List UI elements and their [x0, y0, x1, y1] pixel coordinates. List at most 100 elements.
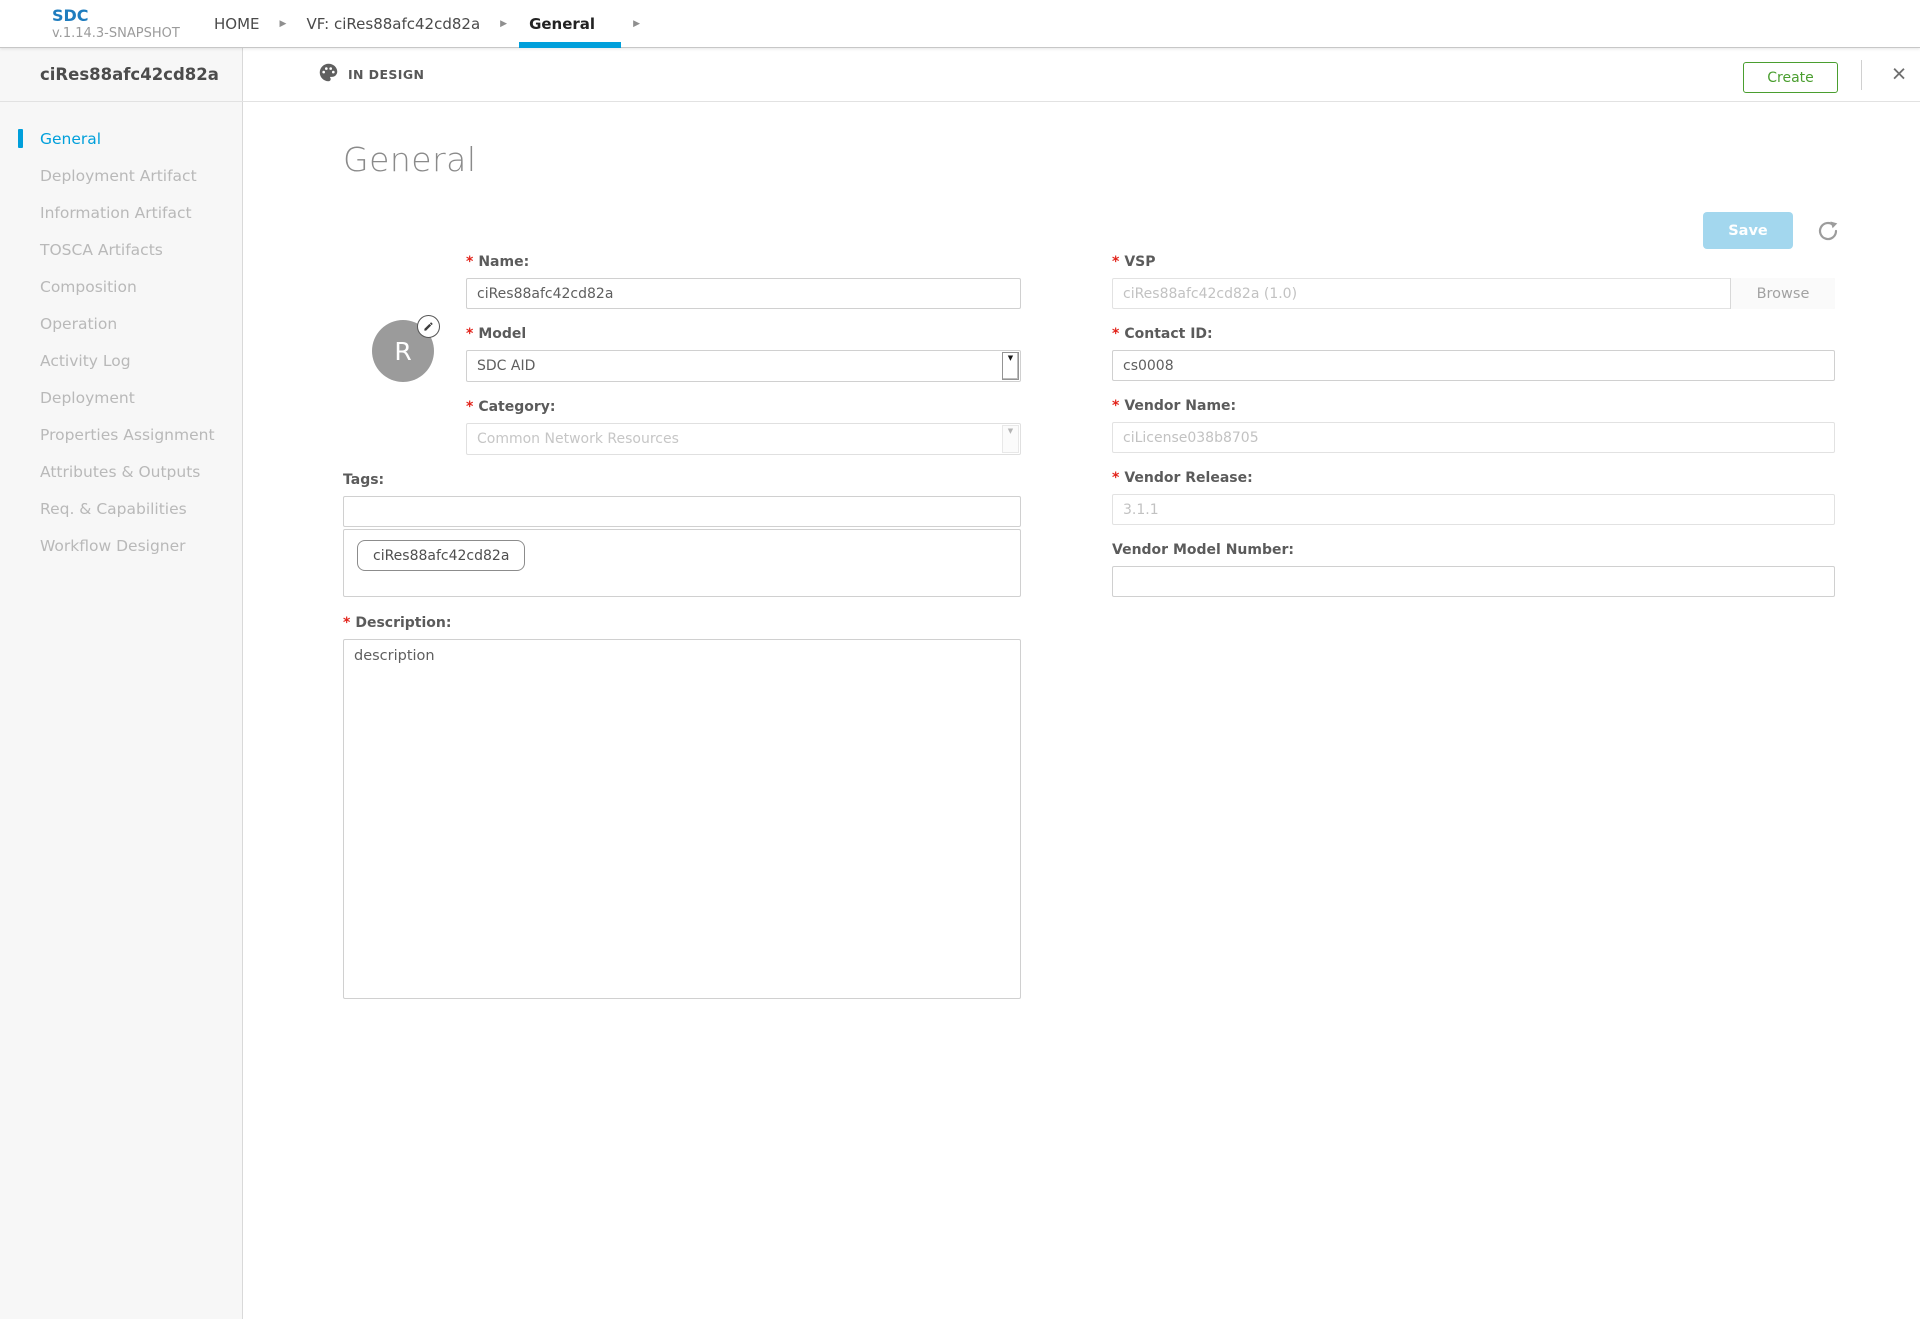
breadcrumb-vf[interactable]: VF: ciRes88afc42cd82a — [298, 0, 488, 48]
model-select-value: SDC AID — [477, 358, 535, 374]
app-logo[interactable]: SDC v.1.14.3-SNAPSHOT — [52, 6, 180, 42]
sidebar-item-activity-log[interactable]: Activity Log — [0, 342, 242, 379]
chevron-right-icon: ▶ — [633, 19, 640, 29]
sidebar-item-attributes-outputs[interactable]: Attributes & Outputs — [0, 453, 242, 490]
vendor-model-number-field-group: Vendor Model Number: — [1112, 542, 1835, 597]
model-field-group: *Model SDC AID ▼ — [466, 326, 1021, 382]
status-badge: IN DESIGN — [348, 67, 424, 82]
required-mark: * — [466, 254, 473, 270]
sidebar-item-workflow-designer[interactable]: Workflow Designer — [0, 527, 242, 564]
sidebar-item-label: TOSCA Artifacts — [40, 241, 163, 259]
name-input[interactable] — [466, 278, 1021, 309]
category-select-value: Common Network Resources — [477, 431, 679, 447]
sidebar-item-label: Req. & Capabilities — [40, 500, 187, 518]
page-title: General — [343, 140, 477, 179]
sidebar-item-label: Deployment Artifact — [40, 167, 197, 185]
vendor-release-input — [1112, 494, 1835, 525]
category-field-group: *Category: Common Network Resources ▼ — [466, 399, 1021, 455]
create-button[interactable]: Create — [1743, 62, 1838, 93]
sidebar-item-label: Properties Assignment — [40, 426, 215, 444]
app-logo-title: SDC — [52, 6, 180, 26]
sidebar-item-label: Workflow Designer — [40, 537, 186, 555]
header-divider — [1861, 60, 1862, 90]
sidebar-item-tosca-artifacts[interactable]: TOSCA Artifacts — [0, 231, 242, 268]
required-mark: * — [466, 326, 473, 342]
sidebar-item-label: Activity Log — [40, 352, 131, 370]
vendor-model-number-input[interactable] — [1112, 566, 1835, 597]
category-label: *Category: — [466, 399, 1021, 415]
model-label: *Model — [466, 326, 1021, 342]
vendor-name-input — [1112, 422, 1835, 453]
vendor-name-label: *Vendor Name: — [1112, 398, 1835, 414]
vendor-release-label: *Vendor Release: — [1112, 470, 1835, 486]
revert-icon[interactable] — [1815, 218, 1841, 244]
sidebar-item-properties-assignment[interactable]: Properties Assignment — [0, 416, 242, 453]
avatar-letter: R — [394, 337, 411, 366]
required-mark: * — [1112, 254, 1119, 270]
sidebar-item-label: Information Artifact — [40, 204, 192, 222]
category-select: Common Network Resources ▼ — [466, 423, 1021, 455]
sidebar-item-req-capabilities[interactable]: Req. & Capabilities — [0, 490, 242, 527]
vsp-label: *VSP — [1112, 254, 1835, 270]
name-field-group: *Name: — [466, 254, 1021, 309]
breadcrumb-home[interactable]: HOME — [206, 0, 268, 48]
model-select[interactable]: SDC AID ▼ — [466, 350, 1021, 382]
save-button[interactable]: Save — [1703, 212, 1793, 249]
dropdown-arrow-icon: ▼ — [1002, 425, 1019, 453]
active-indicator — [18, 129, 23, 148]
vsp-input — [1112, 278, 1835, 309]
top-nav-bar: SDC v.1.14.3-SNAPSHOT HOME ▶ VF: ciRes88… — [0, 0, 1920, 48]
avatar: R — [372, 320, 434, 382]
asset-name-heading: ciRes88afc42cd82a — [0, 48, 243, 101]
name-model-category-block: *Name: *Model SDC AID ▼ *Category: Commo… — [466, 254, 1021, 455]
tags-input[interactable] — [343, 496, 1021, 527]
lifecycle-status: IN DESIGN — [318, 48, 424, 101]
breadcrumb: HOME ▶ VF: ciRes88afc42cd82a ▶ General ▶ — [206, 0, 652, 48]
tags-field-group: Tags: ciRes88afc42cd82a — [343, 472, 1021, 597]
sidebar-item-general[interactable]: General — [0, 120, 242, 157]
sidebar-item-label: Attributes & Outputs — [40, 463, 200, 481]
left-menu: General Deployment Artifact Information … — [0, 102, 243, 1319]
chevron-right-icon: ▶ — [500, 19, 507, 29]
vsp-field: Browse — [1112, 278, 1835, 309]
browse-button[interactable]: Browse — [1730, 278, 1835, 309]
name-label: *Name: — [466, 254, 1021, 270]
tags-container: ciRes88afc42cd82a — [343, 529, 1021, 597]
general-form-left-column: R *Name: *Model SDC AID ▼ — [343, 254, 1021, 1003]
contact-id-field-group: *Contact ID: — [1112, 326, 1835, 381]
sidebar-item-label: General — [40, 130, 101, 148]
edit-avatar-icon[interactable] — [417, 315, 440, 338]
general-form-right-column: *VSP Browse *Contact ID: *Vendor Name: *… — [1112, 254, 1835, 597]
sidebar-item-information-artifact[interactable]: Information Artifact — [0, 194, 242, 231]
breadcrumb-general-active[interactable]: General — [519, 0, 621, 48]
contact-id-label: *Contact ID: — [1112, 326, 1835, 342]
required-mark: * — [1112, 326, 1119, 342]
sidebar-item-label: Operation — [40, 315, 117, 333]
general-tab-panel: General Save R *Name: — [243, 102, 1920, 1319]
asset-sub-header: ciRes88afc42cd82a IN DESIGN Create × — [0, 48, 1920, 102]
sidebar-item-deployment-artifact[interactable]: Deployment Artifact — [0, 157, 242, 194]
vendor-release-field-group: *Vendor Release: — [1112, 470, 1835, 525]
chevron-right-icon: ▶ — [280, 19, 287, 29]
sidebar-item-label: Composition — [40, 278, 137, 296]
sidebar-item-composition[interactable]: Composition — [0, 268, 242, 305]
required-mark: * — [1112, 470, 1119, 486]
contact-id-input[interactable] — [1112, 350, 1835, 381]
app-version-label: v.1.14.3-SNAPSHOT — [52, 26, 180, 42]
vendor-model-number-label: Vendor Model Number: — [1112, 542, 1835, 558]
vendor-name-field-group: *Vendor Name: — [1112, 398, 1835, 453]
required-mark: * — [466, 399, 473, 415]
required-mark: * — [1112, 398, 1119, 414]
dropdown-arrow-icon[interactable]: ▼ — [1002, 352, 1019, 380]
sdc-app-window: SDC v.1.14.3-SNAPSHOT HOME ▶ VF: ciRes88… — [0, 0, 1920, 1319]
required-mark: * — [343, 615, 350, 631]
close-icon[interactable]: × — [1878, 48, 1920, 101]
tag-chip[interactable]: ciRes88afc42cd82a — [357, 540, 525, 571]
sidebar-item-operation[interactable]: Operation — [0, 305, 242, 342]
description-textarea[interactable]: description — [343, 639, 1021, 999]
sidebar-item-label: Deployment — [40, 389, 135, 407]
sidebar-item-deployment[interactable]: Deployment — [0, 379, 242, 416]
description-field-group: *Description: description — [343, 615, 1021, 1003]
description-label: *Description: — [343, 615, 1021, 631]
vsp-field-group: *VSP Browse — [1112, 254, 1835, 309]
